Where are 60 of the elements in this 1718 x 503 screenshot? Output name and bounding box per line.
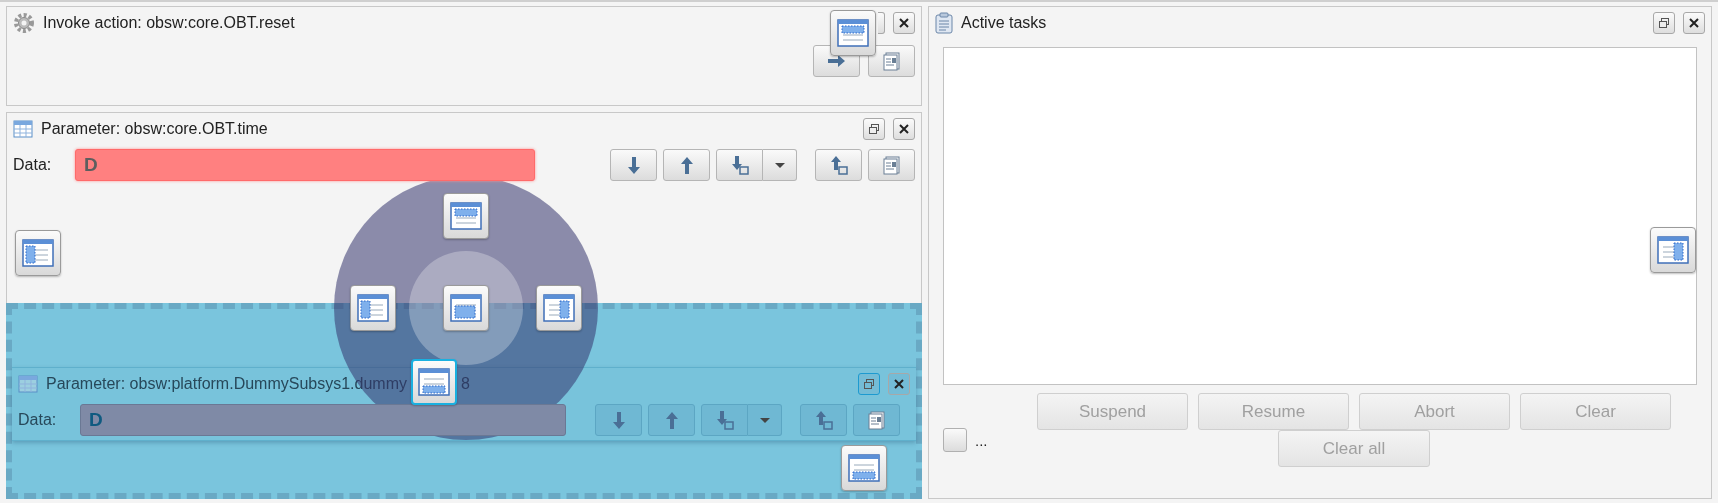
dock-window-icon[interactable] — [536, 285, 582, 331]
restore-icon — [1658, 17, 1670, 29]
close-icon — [898, 123, 910, 135]
arrow-from-disk-icon — [813, 410, 834, 430]
arrow-from-disk-icon — [828, 155, 849, 175]
dock-window-icon[interactable] — [830, 10, 876, 56]
dropdown-button[interactable] — [763, 149, 797, 181]
restore-icon — [863, 378, 875, 390]
document-button[interactable] — [868, 45, 915, 77]
dock-window-icon[interactable] — [350, 285, 396, 331]
restore-button[interactable] — [1653, 12, 1675, 34]
dock-window-icon[interactable] — [443, 193, 489, 239]
dock-window-icon[interactable] — [1650, 227, 1696, 273]
document-button[interactable] — [868, 149, 915, 181]
arrow-to-disk-icon — [729, 155, 750, 175]
document-button[interactable] — [853, 404, 900, 436]
upload-button[interactable] — [648, 404, 695, 436]
document-icon — [881, 155, 902, 175]
restore-icon — [868, 123, 880, 135]
restore-button[interactable] — [863, 118, 885, 140]
close-button[interactable] — [893, 12, 915, 34]
panel-title: Active tasks — [961, 14, 1047, 32]
data-label: Data: — [13, 156, 53, 174]
load-button[interactable] — [815, 149, 862, 181]
table-icon — [13, 120, 33, 138]
dock-window-icon[interactable] — [841, 445, 887, 491]
close-button[interactable] — [893, 118, 915, 140]
checkbox-label: ... — [975, 431, 988, 449]
right-arrow-icon — [828, 55, 845, 67]
data-label: Data: — [18, 411, 58, 429]
download-button[interactable] — [610, 149, 657, 181]
dock-window-icon[interactable] — [411, 359, 457, 405]
document-icon — [866, 410, 887, 430]
upload-button[interactable] — [663, 149, 710, 181]
load-button[interactable] — [800, 404, 847, 436]
close-icon — [1688, 17, 1700, 29]
dock-window-icon[interactable] — [443, 285, 489, 331]
clipboard-icon — [935, 12, 953, 34]
document-icon — [881, 51, 902, 71]
gear-icon — [13, 12, 35, 34]
panel-title: Parameter: obsw:core.OBT.time — [41, 120, 268, 138]
save-button[interactable] — [716, 149, 763, 181]
table-icon — [18, 375, 38, 393]
close-button[interactable] — [888, 373, 910, 395]
dropdown-button[interactable] — [748, 404, 782, 436]
caret-icon — [774, 162, 785, 168]
save-button[interactable] — [701, 404, 748, 436]
data-field[interactable]: D — [80, 404, 566, 436]
close-icon — [893, 378, 905, 390]
arrow-to-disk-icon — [714, 410, 735, 430]
caret-icon — [759, 417, 770, 423]
checkbox[interactable] — [943, 428, 967, 452]
data-field[interactable]: D — [75, 149, 535, 181]
panel-title: Invoke action: obsw:core.OBT.reset — [43, 14, 295, 32]
close-icon — [898, 17, 910, 29]
restore-button[interactable] — [858, 373, 880, 395]
panel-title-end: 8 — [461, 375, 470, 393]
download-button[interactable] — [595, 404, 642, 436]
close-button[interactable] — [1683, 12, 1705, 34]
dock-window-icon[interactable] — [15, 230, 61, 276]
